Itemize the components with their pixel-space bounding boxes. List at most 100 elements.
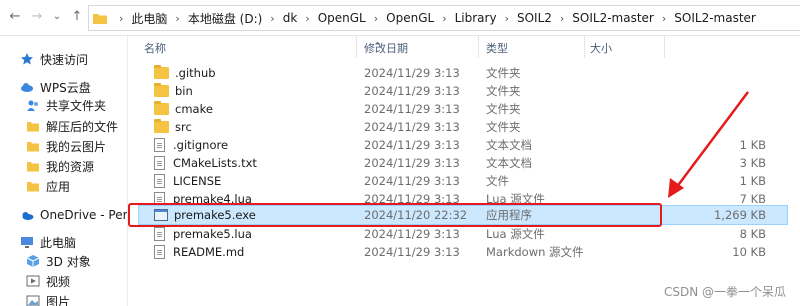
breadcrumb-this-pc[interactable]: 此电脑: [129, 10, 169, 27]
sidebar-item-label: WPS云盘: [40, 80, 91, 95]
breadcrumb-opengl-1[interactable]: OpenGL: [316, 11, 368, 25]
share-folder-icon: [26, 98, 40, 112]
sidebar-item-my-cloud-pictures[interactable]: 我的云图片: [0, 135, 127, 157]
address-field[interactable]: › 此电脑 › 本地磁盘 (D:) › dk › OpenGL › OpenGL…: [88, 5, 800, 31]
sidebar-item-label: 共享文件夹: [46, 98, 107, 113]
file-name: README.md: [173, 245, 245, 259]
file-row-cmake[interactable]: cmake 2024/11/29 3:13 文件夹: [138, 100, 788, 118]
folder-icon: [154, 101, 169, 115]
document-icon: [154, 245, 165, 259]
file-type: 文本文档: [486, 156, 532, 170]
file-date: 2024/11/29 3:13: [364, 156, 460, 170]
recent-locations-chevron-icon[interactable]: ⌄: [48, 7, 66, 27]
onedrive-icon: [20, 208, 34, 222]
folder-icon: [93, 13, 107, 24]
sidebar-item-label: 此电脑: [40, 235, 77, 250]
file-row-license[interactable]: LICENSE 2024/11/29 3:13 文件 1 KB: [138, 172, 788, 190]
file-row-readme[interactable]: README.md 2024/11/29 3:13 Markdown 源文件 1…: [138, 243, 788, 261]
document-icon: [154, 227, 165, 241]
breadcrumb-separator-icon: ›: [373, 11, 379, 25]
file-row-premake5-lua[interactable]: premake5.lua 2024/11/29 3:13 Lua 源文件 8 K…: [138, 225, 788, 243]
breadcrumb-dk[interactable]: dk: [281, 11, 300, 25]
file-row-gitignore[interactable]: .gitignore 2024/11/29 3:13 文本文档 1 KB: [138, 136, 788, 154]
file-date: 2024/11/29 3:13: [364, 84, 460, 98]
sidebar-item-3d-objects[interactable]: 3D 对象: [0, 250, 127, 272]
file-date: 2024/11/29 3:13: [364, 174, 460, 188]
sidebar-item-videos[interactable]: 视频: [0, 270, 127, 292]
breadcrumb-separator-icon: ›: [270, 11, 275, 25]
column-header-row: ⌃ 名称 修改日期 类型 大小: [128, 36, 800, 58]
breadcrumb-drive-d[interactable]: 本地磁盘 (D:): [186, 10, 264, 27]
file-date: 2024/11/29 3:13: [364, 120, 460, 134]
sidebar-item-pictures[interactable]: 图片: [0, 290, 127, 306]
file-type: Markdown 源文件: [486, 245, 584, 259]
sidebar-item-quick-access[interactable]: 快速访问: [0, 48, 127, 70]
column-divider[interactable]: [356, 36, 357, 58]
picture-icon: [26, 294, 40, 306]
sidebar-item-label: 我的云图片: [46, 139, 107, 154]
sidebar-item-label: OneDrive - Person: [40, 208, 128, 222]
sidebar-item-my-resources[interactable]: 我的资源: [0, 155, 127, 177]
column-divider[interactable]: [478, 36, 479, 58]
file-name: src: [175, 120, 192, 134]
up-arrow-icon[interactable]: ↑: [68, 7, 86, 27]
back-arrow-icon[interactable]: ←: [6, 7, 24, 27]
sidebar-item-onedrive[interactable]: OneDrive - Person: [0, 204, 128, 226]
file-type: Lua 源文件: [486, 227, 545, 241]
file-row-src[interactable]: src 2024/11/29 3:13 文件夹: [138, 118, 788, 136]
sidebar-item-label: 应用: [46, 179, 71, 194]
breadcrumb-soil2[interactable]: SOIL2: [515, 11, 554, 25]
folder-icon: [154, 83, 169, 97]
file-row-cmakelists[interactable]: CMakeLists.txt 2024/11/29 3:13 文本文档 3 KB: [138, 154, 788, 172]
file-type: 文件: [486, 174, 509, 188]
file-date: 2024/11/29 3:13: [364, 102, 460, 116]
breadcrumb-library[interactable]: Library: [453, 11, 499, 25]
file-type: 文件夹: [486, 102, 521, 116]
breadcrumb-soil2-master-1[interactable]: SOIL2-master: [570, 11, 656, 25]
navigation-pane: 快速访问 WPS云盘 共享文件夹 解压后的文件 我的云图片 我的资源 应用 On…: [0, 36, 128, 306]
document-icon: [154, 138, 165, 152]
breadcrumb-separator-icon: ›: [119, 11, 124, 25]
file-size: 8 KB: [739, 227, 766, 241]
column-divider[interactable]: [584, 36, 585, 58]
document-icon: [154, 156, 165, 170]
column-header-name[interactable]: 名称: [144, 40, 166, 56]
folder-icon: [154, 119, 169, 133]
forward-arrow-icon[interactable]: →: [28, 7, 46, 27]
sidebar-item-label: 视频: [46, 274, 71, 289]
sidebar-item-label: 解压后的文件: [46, 119, 119, 134]
sidebar-item-extracted-files[interactable]: 解压后的文件: [0, 115, 127, 137]
file-size: 10 KB: [732, 245, 766, 259]
sidebar-item-label: 图片: [46, 294, 71, 306]
file-row-github[interactable]: .github 2024/11/29 3:13 文件夹: [138, 64, 788, 82]
address-bar-area: ← → ⌄ ↑ › 此电脑 › 本地磁盘 (D:) › dk › OpenGL …: [0, 0, 800, 36]
folder-icon: [26, 159, 40, 173]
file-date: 2024/11/29 3:13: [364, 138, 460, 152]
breadcrumb-soil2-master-2[interactable]: SOIL2-master: [672, 11, 758, 25]
file-type: 文件夹: [486, 66, 521, 80]
sidebar-item-shared-folder[interactable]: 共享文件夹: [0, 94, 127, 116]
column-header-date[interactable]: 修改日期: [364, 40, 408, 56]
breadcrumb-separator-icon: ›: [305, 11, 310, 25]
file-name: .github: [175, 66, 216, 80]
file-name: cmake: [175, 102, 213, 116]
file-size: 1,269 KB: [713, 208, 766, 222]
file-row-bin[interactable]: bin 2024/11/29 3:13 文件夹: [138, 82, 788, 100]
column-divider[interactable]: [664, 36, 665, 58]
breadcrumb-separator-icon: ›: [442, 11, 447, 25]
document-icon: [154, 174, 165, 188]
file-name: premake5.lua: [173, 227, 252, 241]
column-header-size[interactable]: 大小: [590, 40, 612, 56]
file-type: 文本文档: [486, 138, 532, 152]
file-name: CMakeLists.txt: [173, 156, 257, 170]
file-name: .gitignore: [173, 138, 229, 152]
sidebar-item-label: 我的资源: [46, 159, 95, 174]
sidebar-item-label: 3D 对象: [46, 254, 91, 269]
sidebar-item-apps[interactable]: 应用: [0, 175, 127, 197]
cloud-icon: [20, 80, 34, 94]
breadcrumb-opengl-2[interactable]: OpenGL: [384, 11, 436, 25]
folder-icon: [26, 179, 40, 193]
column-header-type[interactable]: 类型: [486, 40, 508, 56]
sidebar-item-label: 快速访问: [40, 52, 89, 67]
file-name: LICENSE: [173, 174, 222, 188]
